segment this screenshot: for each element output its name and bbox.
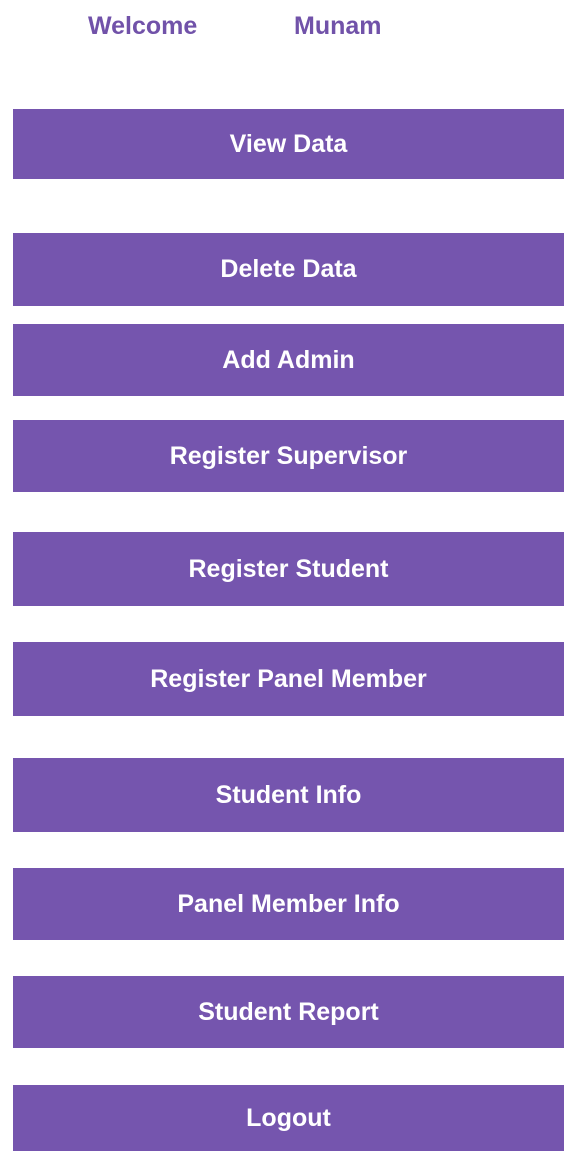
register-panel-member-button[interactable]: Register Panel Member bbox=[13, 642, 564, 716]
panel-member-info-button[interactable]: Panel Member Info bbox=[13, 868, 564, 940]
register-supervisor-button[interactable]: Register Supervisor bbox=[13, 420, 564, 492]
add-admin-button[interactable]: Add Admin bbox=[13, 324, 564, 396]
register-student-button[interactable]: Register Student bbox=[13, 532, 564, 606]
welcome-label: Welcome bbox=[88, 12, 198, 40]
student-report-button[interactable]: Student Report bbox=[13, 976, 564, 1048]
view-data-button[interactable]: View Data bbox=[13, 109, 564, 179]
welcome-header: Welcome Munam bbox=[0, 8, 564, 44]
user-name: Munam bbox=[294, 12, 382, 40]
student-info-button[interactable]: Student Info bbox=[13, 758, 564, 832]
logout-button[interactable]: Logout bbox=[13, 1085, 564, 1151]
delete-data-button[interactable]: Delete Data bbox=[13, 233, 564, 306]
